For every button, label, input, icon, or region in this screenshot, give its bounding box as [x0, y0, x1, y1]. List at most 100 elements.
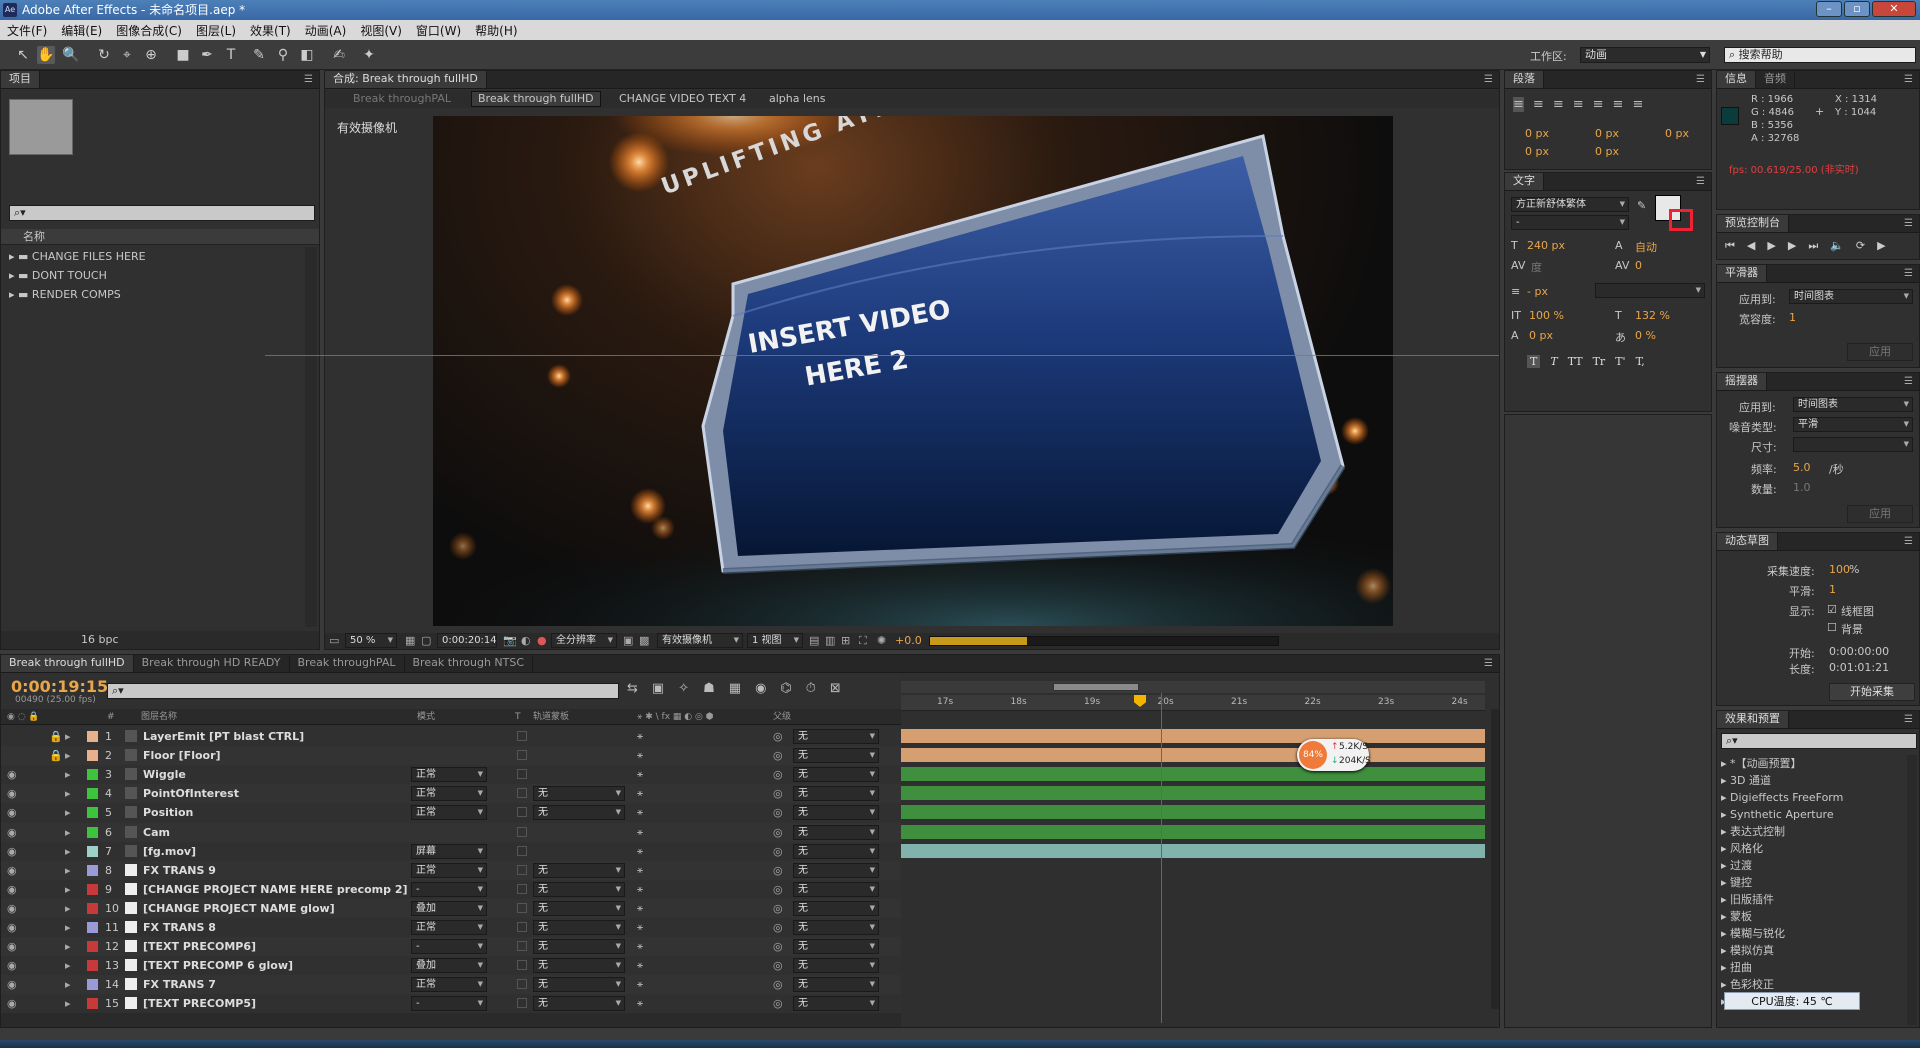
label-color-swatch[interactable] — [87, 902, 98, 914]
parent-pickwhip-icon[interactable]: ◎ — [773, 803, 783, 822]
layer-switches-icon[interactable]: ⚹ — [637, 937, 643, 956]
play-icon[interactable]: ▶ — [1767, 239, 1775, 253]
layer-name[interactable]: [CHANGE PROJECT NAME glow] — [143, 899, 335, 918]
timeline-tab-pal[interactable]: Break throughPAL — [289, 655, 405, 672]
parent-pickwhip-icon[interactable]: ◎ — [773, 880, 783, 899]
auto-keyframe-icon[interactable]: ⏱ — [806, 681, 816, 696]
superscript-button[interactable]: T' — [1615, 355, 1625, 368]
table-row[interactable]: 🔒 ▸ 1 LayerEmit [PT blast CTRL] ⚹ ◎ 无 — [1, 727, 901, 746]
blend-mode-select[interactable]: 屏幕 — [411, 843, 487, 859]
panel-menu-icon[interactable]: ☰ — [1904, 376, 1913, 387]
info-tab[interactable]: 信息 — [1717, 71, 1756, 88]
eyedropper-icon[interactable]: ✎ — [1637, 199, 1646, 212]
kerning-value[interactable]: 度 — [1531, 259, 1542, 275]
vertical-scale-value[interactable]: 100 % — [1529, 309, 1564, 322]
brainstorm-icon[interactable]: ⌬ — [780, 681, 791, 696]
track-matte-select[interactable]: 无 — [533, 786, 625, 802]
visibility-eye-icon[interactable]: ◉ — [7, 975, 17, 994]
blend-mode-select[interactable]: - — [411, 939, 487, 955]
smoother-tolerance-value[interactable]: 1 — [1789, 311, 1796, 324]
font-style-select[interactable]: - — [1511, 215, 1629, 230]
parent-pickwhip-icon[interactable]: ◎ — [773, 956, 783, 975]
expand-arrow-icon[interactable]: ▸ — [65, 956, 71, 975]
justify-last-center-icon[interactable]: ≡ — [1593, 97, 1604, 112]
graph-editor-icon[interactable]: ⊠ — [830, 681, 841, 696]
always-preview-icon[interactable]: ▭ — [329, 634, 339, 647]
parent-select[interactable]: 无 — [793, 881, 879, 897]
blend-mode-select[interactable]: 正常 — [411, 767, 487, 783]
faux-italic-button[interactable]: T — [1550, 355, 1557, 368]
guide-line[interactable] — [265, 355, 1499, 356]
label-color-swatch[interactable] — [87, 941, 98, 953]
expand-arrow-icon[interactable]: ▸ — [1721, 927, 1730, 940]
track-matte-select[interactable]: 无 — [533, 805, 625, 821]
preserve-transparency-checkbox[interactable] — [517, 960, 527, 971]
current-time-field[interactable]: 0:00:20:14 — [437, 633, 497, 648]
parent-pickwhip-icon[interactable]: ◎ — [773, 842, 783, 861]
wiggler-apply-select[interactable]: 时间图表 — [1793, 397, 1913, 412]
track-matte-select[interactable]: 无 — [533, 900, 625, 916]
expand-arrow-icon[interactable]: ▸ — [1721, 791, 1730, 804]
list-item[interactable]: ▸ 色彩校正 — [1721, 976, 1901, 993]
current-time-indicator[interactable] — [1161, 693, 1162, 1023]
label-color-swatch[interactable] — [87, 979, 98, 991]
magnitude-value[interactable]: 1.0 — [1793, 481, 1811, 494]
indent-left-value[interactable]: 0 px — [1525, 127, 1549, 140]
list-item[interactable]: ▸ 蒙板 — [1721, 908, 1901, 925]
parent-select[interactable]: 无 — [793, 996, 879, 1012]
layer-name[interactable]: [fg.mov] — [143, 842, 196, 861]
brush-tool-icon[interactable]: ✎ — [250, 46, 268, 64]
views-select[interactable]: 1 视图 — [747, 633, 803, 648]
table-row[interactable]: ◉ ▸ 15 [TEXT PRECOMP5] - 无 ⚹ ◎ 无 — [1, 994, 901, 1013]
tracking-value[interactable]: 0 — [1635, 259, 1642, 272]
all-caps-button[interactable]: TT — [1568, 355, 1583, 368]
parent-select[interactable]: 无 — [793, 977, 879, 993]
live-update-icon[interactable]: ▣ — [652, 681, 664, 696]
project-scrollbar[interactable] — [305, 247, 317, 627]
blend-mode-select[interactable]: 正常 — [411, 786, 487, 802]
visibility-eye-icon[interactable]: ◉ — [7, 918, 17, 937]
layer-switches-icon[interactable]: ⚹ — [637, 918, 643, 937]
preserve-transparency-checkbox[interactable] — [517, 902, 527, 913]
prev-frame-icon[interactable]: ◀ — [1747, 239, 1755, 253]
expand-arrow-icon[interactable]: ▸ — [1721, 876, 1730, 889]
camera-select[interactable]: 有效摄像机 — [657, 633, 743, 648]
visibility-eye-icon[interactable]: ◉ — [7, 823, 17, 842]
last-frame-icon[interactable]: ⏭ — [1808, 239, 1818, 253]
motion-sketch-tab[interactable]: 动态草图 — [1717, 533, 1778, 550]
label-color-swatch[interactable] — [87, 864, 98, 876]
loop-icon[interactable]: ⟳ — [1856, 239, 1865, 253]
blend-mode-select[interactable]: 正常 — [411, 977, 487, 993]
expand-arrow-icon[interactable]: ▸ — [65, 937, 71, 956]
small-caps-button[interactable]: Tr — [1593, 355, 1606, 368]
visibility-eye-icon[interactable]: ◉ — [7, 994, 17, 1013]
list-item[interactable]: ▸ 扭曲 — [1721, 959, 1901, 976]
layer-switches-icon[interactable]: ⚹ — [637, 803, 643, 822]
layer-name[interactable]: Cam — [143, 823, 170, 842]
expand-arrow-icon[interactable]: ▸ — [1721, 825, 1730, 838]
layer-switches-icon[interactable]: ⚹ — [637, 880, 643, 899]
selection-tool-icon[interactable]: ↖ — [14, 46, 32, 64]
table-row[interactable]: ◉ ▸ 13 [TEXT PRECOMP 6 glow] 叠加 无 ⚹ ◎ 无 — [1, 956, 901, 976]
expand-arrow-icon[interactable]: ▸ — [65, 975, 71, 994]
timeline-icon[interactable]: ⊞ — [841, 634, 850, 647]
visibility-eye-icon[interactable]: ◉ — [7, 842, 17, 861]
dimension-select[interactable] — [1793, 437, 1913, 452]
faux-bold-button[interactable]: T — [1527, 355, 1541, 368]
ram-preview-icon[interactable]: ▶ — [1877, 239, 1885, 253]
toggle-pixel-icon[interactable]: ▤ — [809, 634, 819, 647]
track-matte-select[interactable]: 无 — [533, 862, 625, 878]
maximize-button[interactable]: ▫ — [1844, 1, 1870, 17]
menu-file[interactable]: 文件(F) — [0, 22, 54, 39]
minimize-button[interactable]: – — [1816, 1, 1842, 17]
eraser-tool-icon[interactable]: ◧ — [298, 46, 316, 64]
label-color-swatch[interactable] — [87, 731, 98, 742]
expand-arrow-icon[interactable]: ▸ — [9, 250, 18, 263]
visibility-eye-icon[interactable]: ◉ — [7, 765, 17, 784]
layer-switches-icon[interactable]: ⚹ — [637, 842, 643, 861]
sketch-smooth-value[interactable]: 1 — [1829, 583, 1836, 596]
wiggler-apply-button[interactable]: 应用 — [1847, 505, 1913, 523]
layer-name[interactable]: Wiggle — [143, 765, 186, 784]
parent-select[interactable]: 无 — [793, 958, 879, 974]
list-item[interactable]: ▸ Synthetic Aperture — [1721, 806, 1901, 823]
